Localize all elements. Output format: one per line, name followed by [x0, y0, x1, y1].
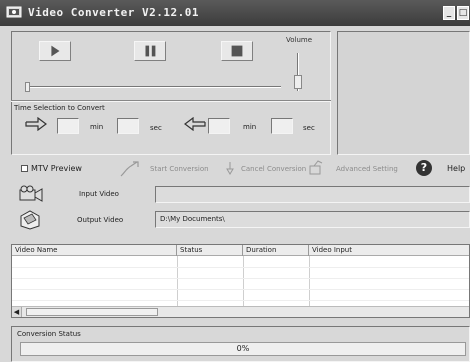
advanced-setting-icon[interactable] [308, 160, 324, 176]
restore-button[interactable]: □ [457, 6, 469, 20]
video-preview-panel [337, 31, 470, 155]
seek-slider[interactable] [27, 86, 281, 88]
input-video-label: Input Video [79, 190, 119, 198]
column-header-duration[interactable]: Duration [243, 245, 309, 256]
end-sec-input[interactable] [271, 118, 293, 134]
start-min-input[interactable] [57, 118, 79, 134]
start-sec-input[interactable] [117, 118, 139, 134]
pause-button[interactable] [134, 41, 166, 61]
end-min-unit: min [243, 123, 257, 131]
output-folder-icon [20, 210, 40, 230]
row-divider [12, 278, 469, 279]
volume-label: Volume [286, 36, 313, 44]
output-video-field[interactable]: D:\My Documents\ [155, 211, 470, 228]
time-selection-label: Time Selection to Convert [14, 104, 105, 112]
row-divider [12, 300, 469, 301]
help-button[interactable]: Help [447, 164, 465, 173]
title-bar: Video Converter V2.12.01 _ □ [0, 0, 470, 26]
play-button[interactable] [39, 41, 71, 61]
start-conversion-button[interactable]: Start Conversion [150, 165, 209, 173]
window-title: Video Converter V2.12.01 [28, 6, 199, 19]
play-icon [51, 45, 60, 57]
progress-text: 0% [236, 344, 250, 353]
start-sec-unit: sec [150, 124, 162, 132]
end-min-input[interactable] [208, 118, 230, 134]
start-arrow-icon [25, 117, 47, 131]
horizontal-scrollbar[interactable]: ◀ [12, 306, 469, 317]
end-sec-unit: sec [303, 124, 315, 132]
mtv-preview-label[interactable]: MTV Preview [31, 164, 82, 173]
scroll-left-arrow-icon[interactable]: ◀ [12, 307, 22, 317]
end-arrow-icon [184, 117, 206, 131]
conversion-status-label: Conversion Status [17, 330, 81, 338]
help-icon[interactable]: ? [416, 160, 432, 176]
column-header-video-input[interactable]: Video Input [309, 245, 469, 256]
row-divider [12, 289, 469, 290]
cancel-conversion-button[interactable]: Cancel Conversion [241, 165, 306, 173]
row-divider [12, 267, 469, 268]
minimize-button[interactable]: _ [443, 6, 455, 20]
input-video-field[interactable] [155, 186, 470, 203]
seek-slider-thumb[interactable] [25, 82, 30, 92]
pause-icon [145, 45, 156, 57]
video-camera-icon [19, 185, 43, 202]
stop-icon [231, 45, 243, 57]
conversion-progress-bar: 0% [20, 342, 466, 356]
column-header-video-name[interactable]: Video Name [12, 245, 177, 256]
scrollbar-thumb[interactable] [26, 308, 158, 316]
stop-button[interactable] [221, 41, 253, 61]
mtv-preview-checkbox[interactable] [21, 165, 28, 172]
app-icon [6, 6, 22, 18]
output-video-value: D:\My Documents\ [160, 215, 225, 223]
divider [11, 100, 331, 102]
volume-slider-thumb[interactable] [294, 75, 302, 89]
advanced-setting-button[interactable]: Advanced Setting [336, 165, 398, 173]
cancel-conversion-icon[interactable] [224, 160, 236, 176]
start-min-unit: min [90, 123, 104, 131]
video-list-table[interactable]: Video Name Status Duration Video Input ◀ [11, 244, 470, 318]
start-conversion-icon[interactable] [119, 160, 141, 178]
column-header-status[interactable]: Status [177, 245, 243, 256]
output-video-label: Output Video [77, 216, 124, 224]
table-header: Video Name Status Duration Video Input [12, 245, 469, 256]
